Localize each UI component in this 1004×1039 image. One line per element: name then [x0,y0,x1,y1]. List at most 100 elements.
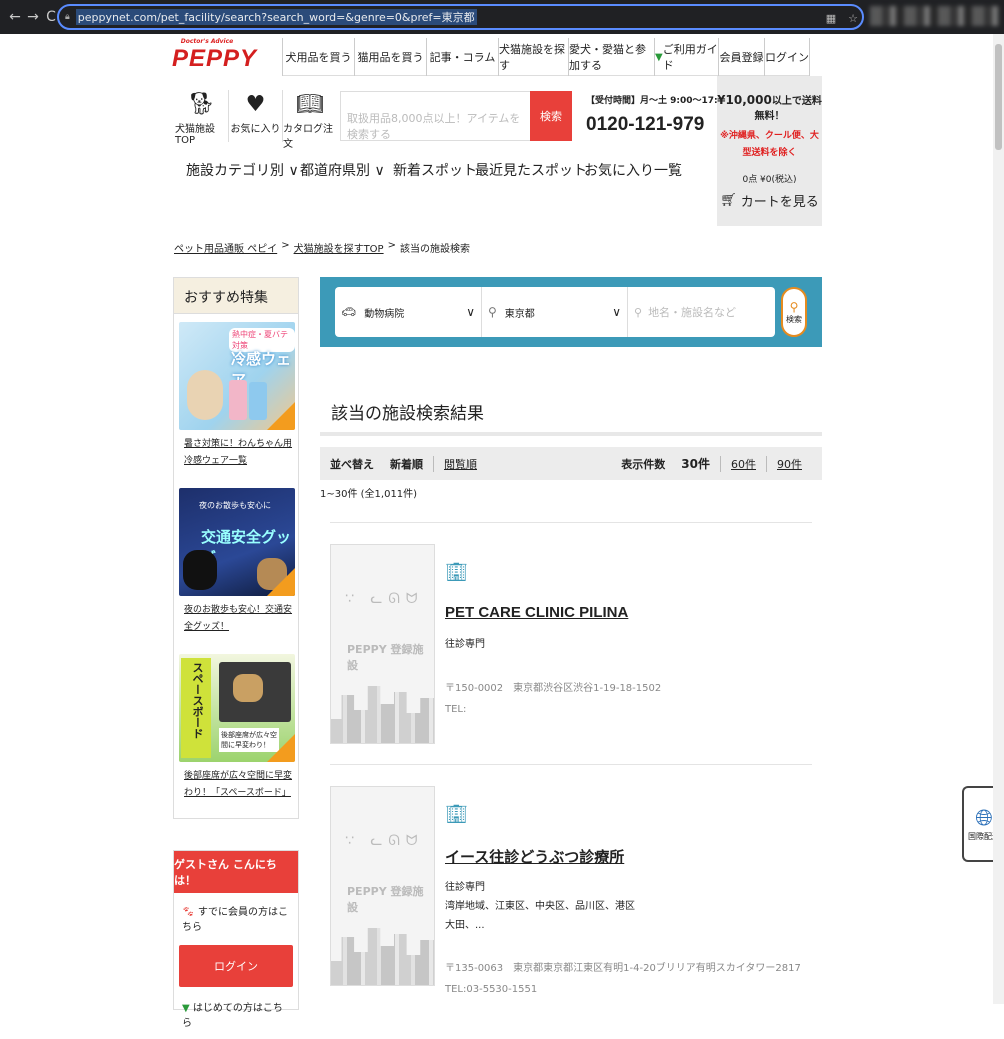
free-shipping-amount: ¥10,000 [717,93,772,107]
nav-events[interactable]: 愛犬・愛猫と参加する [568,38,654,76]
per-page-label: 表示件数 [621,457,666,471]
sort-label: 並べ替え [330,457,374,471]
facility-top-button[interactable]: 🐕︎ 犬猫施設TOP [175,90,229,146]
city-silhouette [331,928,434,985]
banner-cool-wear[interactable]: 熱中症・夏バテ対策 冷感ウェア [179,322,295,430]
free-shipping-text: ¥10,000以上で送料無料！ [717,92,822,122]
facility-area-more: 大田、... [445,920,485,931]
banner-badge: 夜のお散歩も安心に [199,501,271,510]
banner-caption[interactable]: 後部座席が広々空間に早変わり！「スペースボード」 [184,768,294,802]
facility-category: 往診専門 [445,639,485,650]
view-cart-button[interactable]: 🛒︎ カートを見る [717,191,822,210]
nav-articles[interactable]: 記事・コラム [426,38,498,76]
member-link[interactable]: 🐾︎ すでに会員の方はこちら [174,893,298,943]
first-time-link[interactable]: ▼ はじめての方はこちら [174,989,298,1039]
category-value: 動物病院 [364,308,405,320]
nav-category-dropdown[interactable]: 施設カテゴリ別 ∨ [186,160,300,180]
quick-links: 🐕︎ 犬猫施設TOP ♥ お気に入り 📖︎ カタログ注文 [175,90,337,150]
result-count: 1~30件 (全1,011件) [320,489,418,500]
keyword-input[interactable]: ⚲ 地名・施設名など [628,287,742,337]
cart-panel: ¥10,000以上で送料無料！ ※沖縄県、クール便、大型送料を除く 0点 ¥0(… [717,76,822,226]
scrollbar[interactable] [993,34,1004,1004]
facility-tel: TEL: [445,704,467,715]
chevron-down-icon: ∨ [288,163,299,179]
search-button[interactable]: 検索 [530,91,572,141]
nav-category-label: 施設カテゴリ別 [186,163,284,179]
banner-title: スペースボード [181,658,211,758]
check-badge [267,402,295,430]
per-page-30[interactable]: 30件 [681,455,710,472]
site-logo[interactable]: Doctor's Advice PEPPY [172,38,256,73]
category-select[interactable]: 🚗︎ 動物病院 ∨ [335,287,482,337]
check-badge [267,734,295,762]
prefecture-select[interactable]: ⚲ 東京都 ∨ [482,287,628,337]
nav-prefecture-dropdown[interactable]: 都道府県別 ∨ [300,160,393,180]
url-text[interactable]: peppynet.com/pet_facility/search?search_… [75,9,477,25]
city-silhouette [331,686,434,743]
facility-image[interactable]: ∵ ᓚᘏᗢ PEPPY 登録施設 [330,786,435,986]
building-icon: 🏢︎ [445,562,468,583]
contact-hours: 【受付時間】月〜土 9:00〜17:00 [586,96,731,106]
facility-address: 〒135-0063 東京都東京都江東区有明1-4-20ブリリア有明スカイタワー2… [445,963,801,974]
nav-cat-goods[interactable]: 猫用品を買う [354,38,426,76]
facility-top-label: 犬猫施設TOP [175,124,215,146]
search-input[interactable]: 取扱用品8,000点以上！アイテムを検索する [340,91,530,141]
star-icon[interactable]: ☆ [848,12,858,25]
title-divider [320,432,822,436]
back-icon[interactable]: ← [6,9,24,25]
keyword-placeholder: 地名・施設名など [648,306,737,319]
chevron-right-icon: > [281,240,290,251]
car-icon: 🚗︎ [341,305,357,319]
facility-image[interactable]: ∵ ᓚᘏᗢ PEPPY 登録施設 [330,544,435,744]
breadcrumb-facility-top[interactable]: 犬猫施設を探すTOP [294,240,384,255]
main-navigation: 施設カテゴリ別 ∨ 都道府県別 ∨ 新着スポット 最近見たスポット お気に入り一… [186,160,682,180]
dog-illustration [183,550,217,590]
logo-tagline: Doctor's Advice [180,38,234,45]
nav-guide-label: ご利用ガイド [662,43,718,72]
forward-icon[interactable]: → [24,9,42,25]
placeholder-label: PEPPY 登録施設 [347,643,424,672]
pet-faces-icon: ∵ ᓚᘏᗢ [345,833,424,849]
per-page-60[interactable]: 60件 [720,455,756,472]
nav-register[interactable]: 会員登録 [718,38,764,76]
check-badge [267,568,295,596]
breadcrumb-home[interactable]: ペット用品通販 ペピイ [174,240,277,255]
facility-search-button[interactable]: ⚲ 検索 [781,287,807,337]
wear-item [229,380,247,420]
paw-icon: 🐾︎ [182,907,195,918]
chevron-down-icon: ∨ [612,305,621,319]
favorites-button[interactable]: ♥ お気に入り [229,90,283,142]
nav-facilities[interactable]: 犬猫施設を探す [498,38,568,76]
top-navigation: 犬用品を買う 猫用品を買う 記事・コラム 犬猫施設を探す 愛犬・愛猫と参加する … [282,38,810,76]
facility-search-bar: 🚗︎ 動物病院 ∨ ⚲ 東京都 ∨ ⚲ 地名・施設名など ⚲ 検索 [320,277,822,347]
scrollbar-thumb[interactable] [995,44,1002,150]
nav-login[interactable]: ログイン [764,38,810,76]
sort-popular[interactable]: 閲覧順 [433,455,477,472]
nav-dog-goods[interactable]: 犬用品を買う [282,38,354,76]
nav-recent-spots[interactable]: 最近見たスポット [475,160,587,180]
featured-title: おすすめ特集 [174,278,298,314]
login-button[interactable]: ログイン [179,945,293,987]
book-icon: 📖︎ [296,92,324,117]
catalog-label: カタログ注文 [283,124,333,150]
banner-space-board[interactable]: スペースボード 後部座席が広々空間に早変わり！ [179,654,295,762]
facility-name[interactable]: PET CARE CLINIC PILINA [445,604,628,621]
qr-icon[interactable]: ▦ [826,12,836,25]
catalog-button[interactable]: 📖︎ カタログ注文 [283,90,337,150]
nav-guide[interactable]: ▼ ご利用ガイド [654,38,718,76]
facility-name[interactable]: イース往診どうぶつ診療所 [445,846,624,867]
banner-caption[interactable]: 暑さ対策に！わんちゃん用冷感ウェア一覧 [184,436,294,470]
cart-count: 0点 ¥0(税込) [742,175,797,185]
location-pin-icon: ⚲ [488,305,497,319]
sort-newest[interactable]: 新着順 [390,456,423,472]
divider [330,522,812,523]
address-bar[interactable]: 🔒︎ peppynet.com/pet_facility/search?sear… [57,4,864,30]
dog-illustration [233,674,263,702]
banner-traffic-safety[interactable]: 夜のお散歩も安心に 交通安全グッズ [179,488,295,596]
banner-caption[interactable]: 夜のお散歩も安心！交通安全グッズ！ [184,602,294,636]
per-page-90[interactable]: 90件 [766,455,802,472]
dog-sign-icon: 🐕︎ [187,92,216,117]
nav-new-spots[interactable]: 新着スポット [393,160,477,180]
nav-favorites-list[interactable]: お気に入り一覧 [584,160,682,180]
lock-icon: 🔒︎ [65,12,70,22]
